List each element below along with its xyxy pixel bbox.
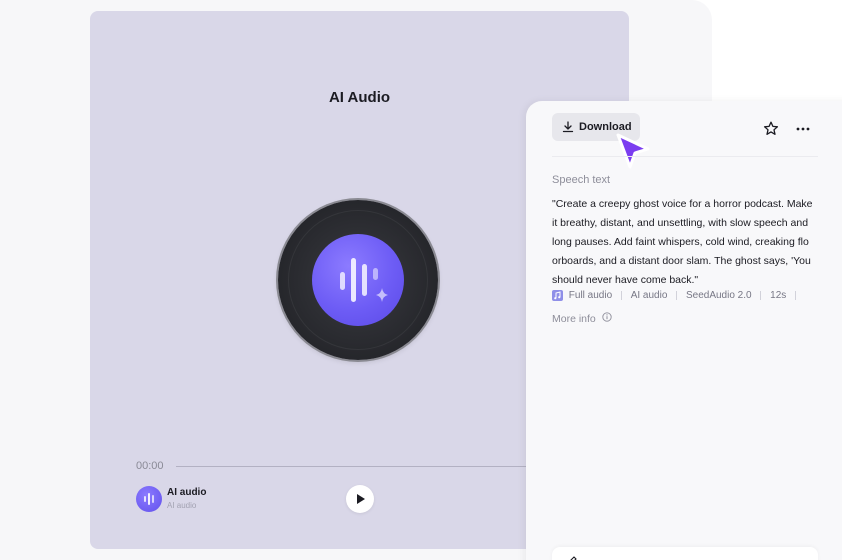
track-subtitle: AI audio	[167, 501, 197, 510]
track-name: AI audio	[167, 487, 207, 498]
more-info-label: More info	[552, 312, 596, 325]
meta-separator	[676, 291, 678, 300]
bottom-input-bar[interactable]	[552, 547, 818, 560]
meta-model: SeedAudio 2.0	[685, 290, 752, 301]
play-icon	[357, 494, 365, 504]
track-avatar	[136, 486, 162, 512]
speech-text-label: Speech text	[552, 174, 611, 186]
app-stage: AI Audio 00:00 AI audio AI audio Downloa…	[0, 0, 842, 560]
audio-detail-panel: Download Speech text "Create a creepy gh…	[526, 101, 842, 560]
star-icon[interactable]	[762, 120, 780, 138]
vinyl-disc	[278, 200, 438, 360]
meta-separator	[795, 291, 797, 300]
music-note-icon	[552, 290, 563, 301]
more-info-link[interactable]: More info	[552, 312, 612, 325]
meta-separator	[760, 291, 762, 300]
info-icon	[602, 312, 612, 325]
current-time: 00:00	[136, 460, 164, 472]
play-button[interactable]	[346, 485, 374, 513]
meta-type: AI audio	[630, 290, 668, 301]
divider	[552, 156, 818, 157]
meta-duration: 12s	[770, 290, 787, 301]
edit-icon	[570, 556, 577, 560]
download-icon	[562, 121, 574, 133]
more-horizontal-icon[interactable]	[794, 120, 812, 138]
waveform-sparkle-icon	[312, 234, 404, 326]
pointer-cursor-icon	[616, 133, 650, 169]
audio-meta-row: Full audio AI audio SeedAudio 2.0 12s	[552, 290, 832, 304]
meta-separator	[620, 291, 622, 300]
speech-text: "Create a creepy ghost voice for a horro…	[552, 198, 813, 286]
meta-mode: Full audio	[568, 290, 613, 301]
